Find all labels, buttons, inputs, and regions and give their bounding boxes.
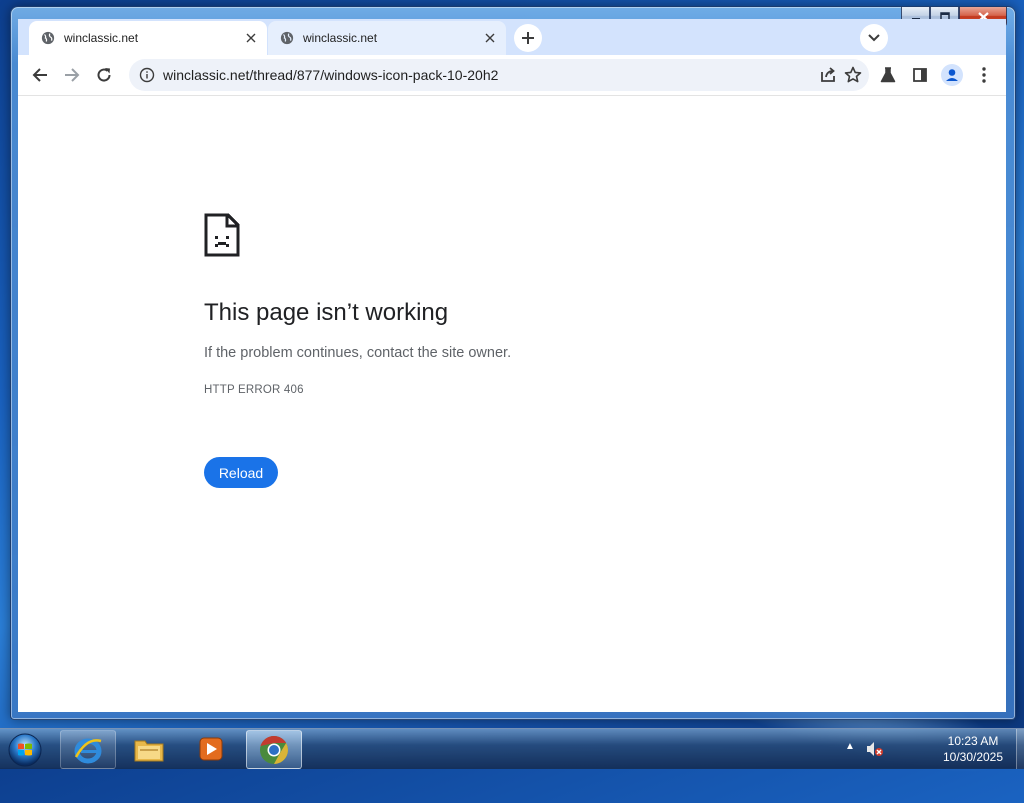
close-icon <box>246 33 256 43</box>
tray-expand-button[interactable]: ▲ <box>845 741 855 752</box>
chevron-down-icon <box>868 34 880 42</box>
forward-button[interactable] <box>60 63 84 87</box>
labs-icon <box>880 67 896 83</box>
star-icon[interactable] <box>844 66 862 84</box>
side-panel-button[interactable] <box>908 63 932 87</box>
show-desktop-button[interactable] <box>1016 729 1024 769</box>
internet-explorer-icon <box>74 738 102 763</box>
taskbar-file-explorer[interactable] <box>122 730 176 767</box>
volume-muted-icon[interactable] <box>866 741 884 757</box>
new-tab-button[interactable] <box>514 24 542 52</box>
error-code: HTTP ERROR 406 <box>204 384 304 396</box>
menu-button[interactable] <box>972 63 996 87</box>
browser-window: winclassic.net winclassic.net winclassic… <box>10 6 1016 720</box>
plus-icon <box>522 32 534 44</box>
forward-icon <box>65 68 80 82</box>
reload-button[interactable]: Reload <box>204 457 278 488</box>
taskbar: ▲ 10:23 AM 10/30/2025 <box>0 728 1024 769</box>
clock-date: 10/30/2025 <box>942 750 1004 764</box>
globe-icon <box>280 31 294 45</box>
windows-orb-icon <box>8 733 42 767</box>
tab-search-button[interactable] <box>860 24 888 52</box>
profile-button[interactable] <box>940 63 964 87</box>
globe-icon <box>41 31 55 45</box>
chrome-icon <box>260 735 288 764</box>
tab-inactive[interactable]: winclassic.net <box>268 21 506 55</box>
taskbar-media-player[interactable] <box>184 730 238 767</box>
browser-toolbar: winclassic.net/thread/877/windows-icon-p… <box>18 55 1006 96</box>
taskbar-chrome[interactable] <box>246 730 302 769</box>
close-icon <box>485 33 495 43</box>
error-heading: This page isn’t working <box>204 299 449 326</box>
system-clock[interactable]: 10:23 AM 10/30/2025 <box>930 733 1016 765</box>
tab-strip: winclassic.net winclassic.net <box>18 19 1006 55</box>
sad-page-icon <box>204 213 240 257</box>
back-icon <box>32 68 47 82</box>
share-icon[interactable] <box>819 66 837 84</box>
reload-page-button[interactable] <box>92 63 116 87</box>
back-button[interactable] <box>28 63 52 87</box>
tab-active[interactable]: winclassic.net <box>29 21 267 55</box>
info-icon[interactable] <box>139 67 155 83</box>
start-button[interactable] <box>5 731 45 768</box>
tab-title: winclassic.net <box>303 31 378 45</box>
profile-icon <box>941 64 963 86</box>
side-panel-icon <box>913 68 927 82</box>
labs-button[interactable] <box>876 63 900 87</box>
error-page: This page isn’t working If the problem c… <box>18 96 1006 712</box>
address-bar[interactable]: winclassic.net/thread/877/windows-icon-p… <box>129 59 869 91</box>
reload-icon <box>97 68 111 82</box>
media-player-icon <box>199 737 223 760</box>
error-message: If the problem continues, contact the si… <box>204 345 512 361</box>
url-text[interactable]: winclassic.net/thread/877/windows-icon-p… <box>163 67 819 83</box>
menu-icon <box>982 67 986 83</box>
file-explorer-icon <box>134 740 164 761</box>
tab-title: winclassic.net <box>64 31 139 45</box>
tab-close-button[interactable] <box>243 30 259 46</box>
chrome-browser: winclassic.net winclassic.net winclassic… <box>18 19 1006 712</box>
tab-close-button[interactable] <box>482 30 498 46</box>
clock-time: 10:23 AM <box>947 734 999 748</box>
taskbar-internet-explorer[interactable] <box>60 730 116 769</box>
